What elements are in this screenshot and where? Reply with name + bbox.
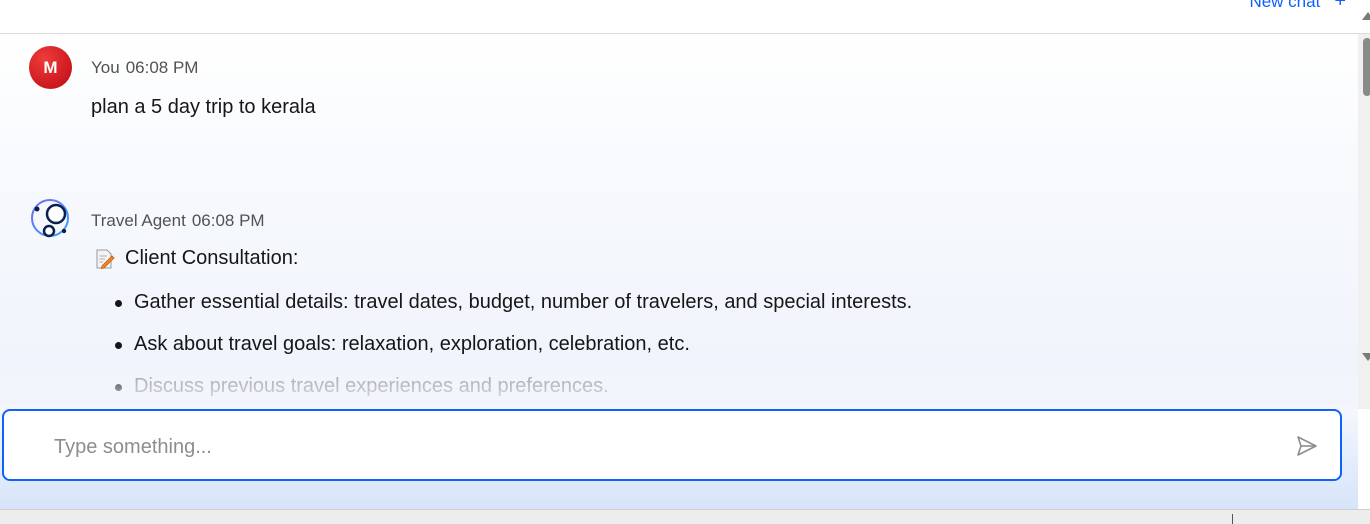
top-bar: New chat + [0, 0, 1370, 34]
message-input[interactable] [52, 429, 1236, 465]
new-chat-label: New chat [1249, 0, 1321, 11]
list-item: Gather essential details: travel dates, … [114, 287, 912, 329]
bullet-list: Gather essential details: travel dates, … [114, 287, 912, 409]
message-time: 06:08 PM [125, 58, 199, 77]
section-heading: Client Consultation: [93, 247, 298, 270]
composer [2, 409, 1342, 481]
section-title: Client Consultation: [125, 247, 299, 269]
list-item: Ask about travel goals: relaxation, expl… [114, 329, 912, 371]
scroll-up-icon[interactable] [1362, 12, 1370, 20]
composer-area [0, 409, 1358, 509]
memo-icon [96, 249, 115, 269]
message-time: 06:08 PM [191, 211, 265, 230]
sender-name: You [91, 58, 120, 77]
user-avatar: M [29, 46, 72, 89]
bottom-strip [0, 509, 1370, 524]
agent-logo-icon [31, 199, 69, 238]
send-icon[interactable] [1296, 435, 1318, 457]
chat-history[interactable]: M You 06:08 PM plan a 5 day trip to keral… [0, 34, 1358, 409]
scroll-down-icon[interactable] [1362, 353, 1370, 361]
message-meta: You 06:08 PM [91, 58, 198, 78]
message-meta: Travel Agent 06:08 PM [91, 211, 265, 231]
list-item: Discuss previous travel experiences and … [114, 371, 912, 409]
scroll-thumb[interactable] [1363, 38, 1370, 96]
new-chat-button[interactable]: New chat + [1249, 0, 1346, 13]
sender-name: Travel Agent [91, 211, 186, 230]
message-text: plan a 5 day trip to kerala [91, 96, 316, 118]
plus-icon: + [1334, 0, 1346, 12]
